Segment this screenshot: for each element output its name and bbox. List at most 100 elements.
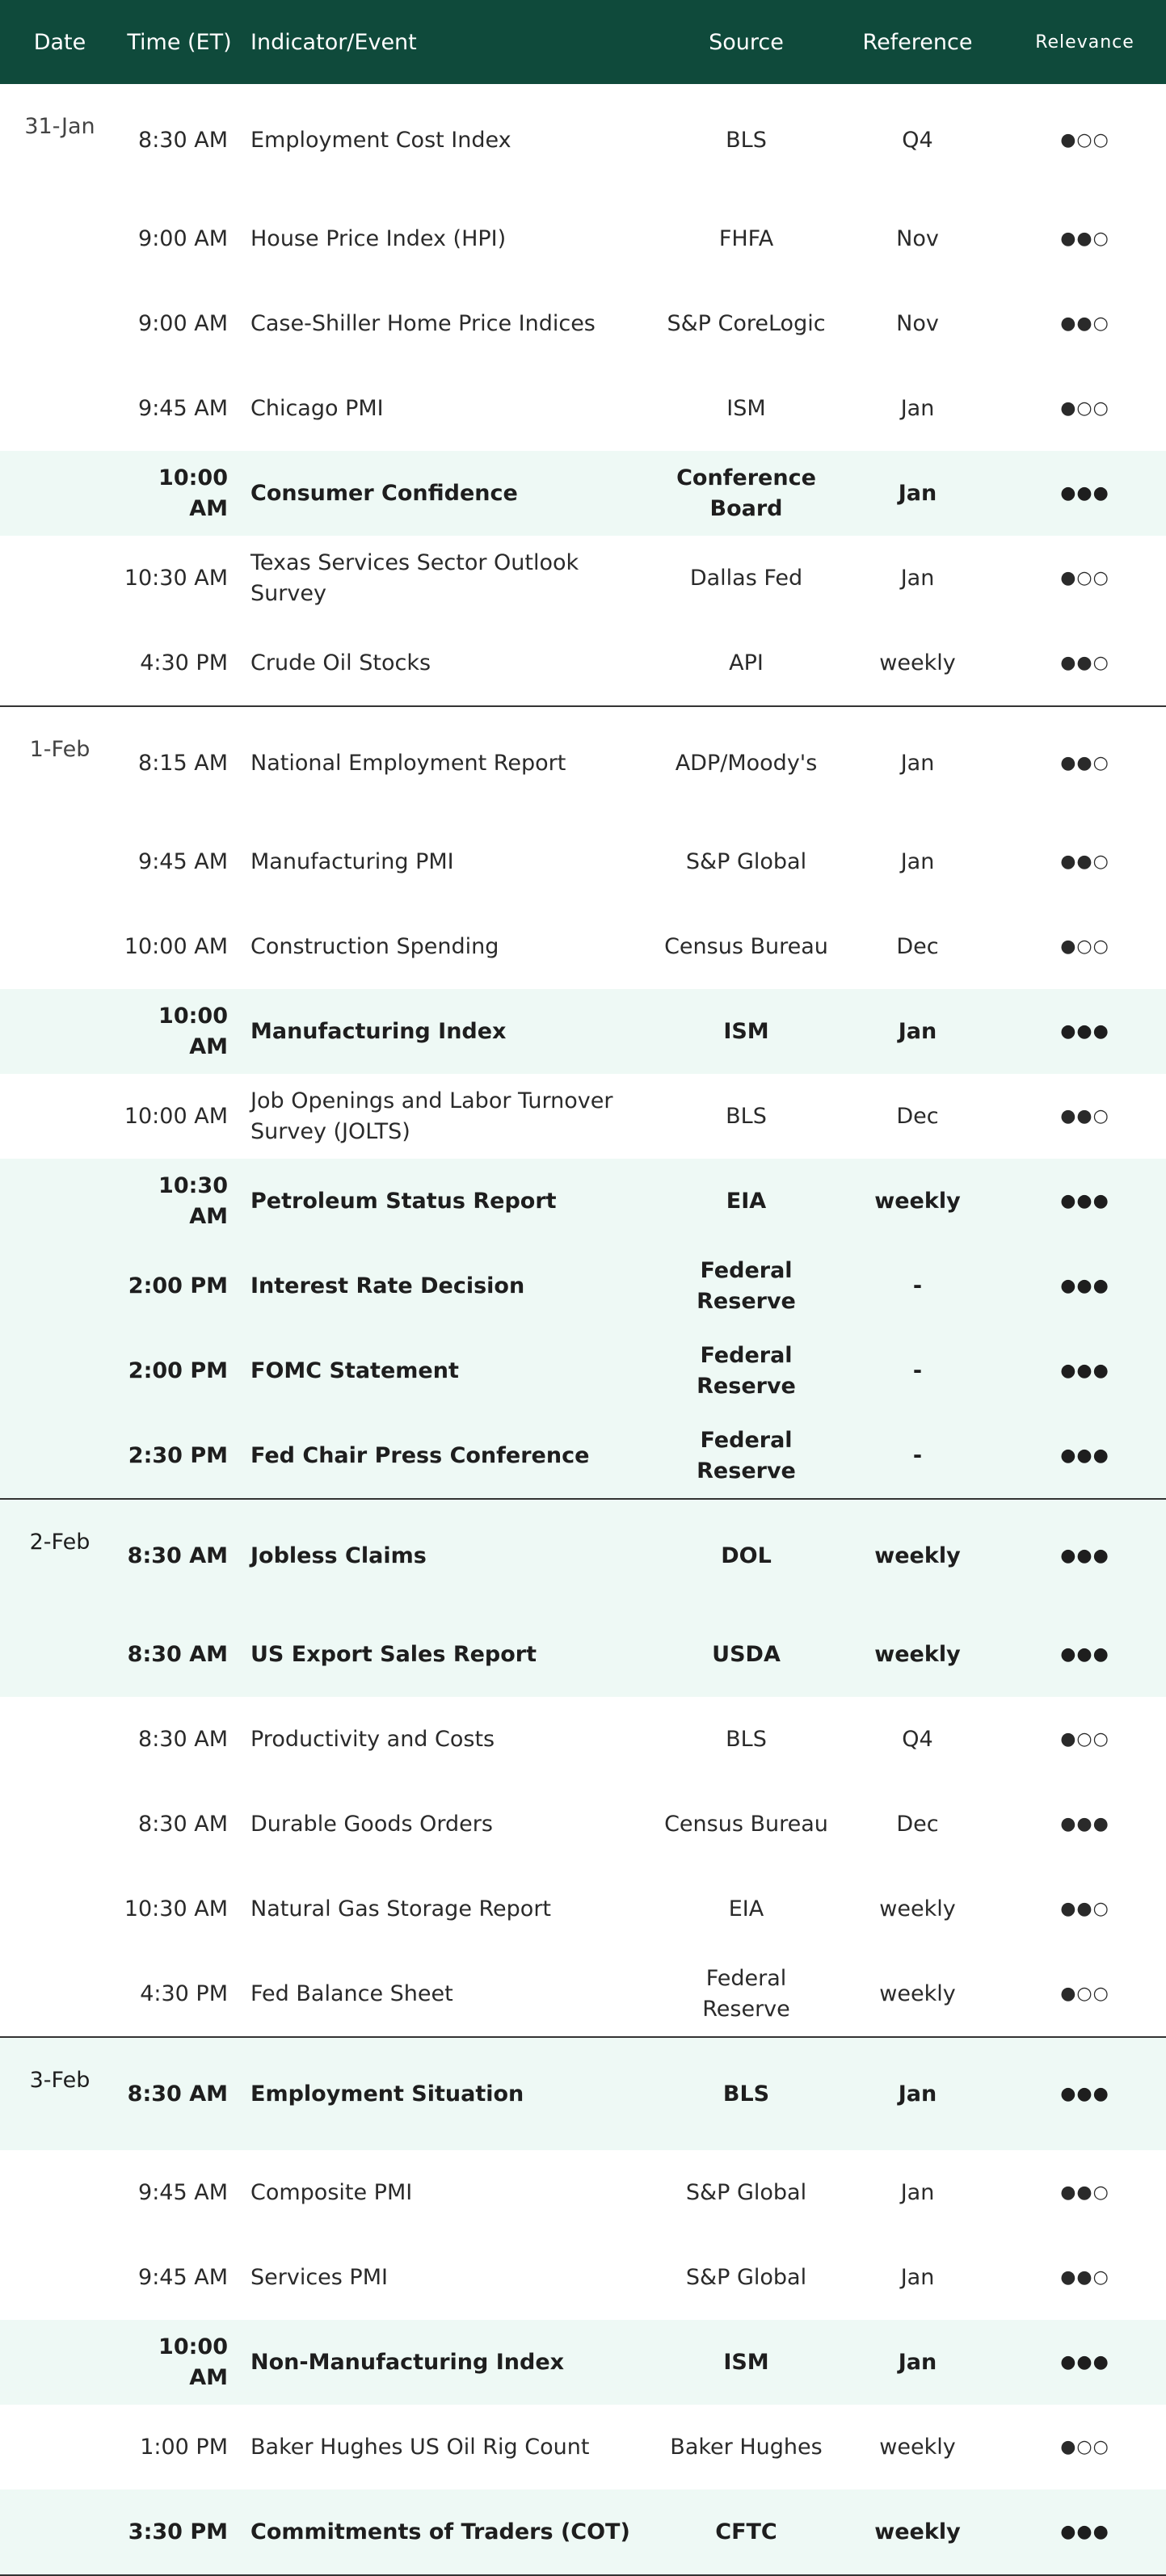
- relevance-cell: ●●○: [1060, 228, 1109, 249]
- table-row: 31-Jan 8:30 AM Employment Cost Index BLS Q4 ●…: [0, 84, 1166, 196]
- header-relevance: Relevance: [1004, 0, 1166, 84]
- reference-cell: Jan: [831, 451, 1004, 536]
- source-cell: S&P CoreLogic: [667, 310, 826, 336]
- table-row: 4:30 PM Crude Oil Stocks API weekly ●●○: [0, 621, 1166, 707]
- table-row: 10:00 AM Consumer Confidence Conference Bo…: [0, 451, 1166, 536]
- header-time: Time (ET): [120, 0, 239, 84]
- time-cell: 4:30 PM: [120, 1951, 239, 2038]
- table-row: 8:30 AM US Export Sales Report USDA weekly ●…: [0, 1612, 1166, 1697]
- relevance-cell: ●●○: [1060, 752, 1109, 773]
- relevance-cell: ●●○: [1060, 1898, 1109, 1919]
- time-cell: 8:30 AM: [138, 127, 228, 153]
- time-cell: 4:30 PM: [120, 621, 239, 707]
- date-cell: [0, 1328, 120, 1413]
- time-cell: 10:00 AM: [124, 933, 228, 959]
- header-date: Date: [0, 0, 120, 84]
- relevance-cell: ●●●: [1004, 1328, 1166, 1413]
- indicator-cell: Employment Cost Index: [250, 127, 511, 153]
- time-cell: 10:00 AM: [120, 451, 239, 536]
- relevance-cell: ●○○: [1060, 1728, 1109, 1749]
- date-cell: [0, 196, 120, 281]
- table-row: 3-Feb 8:30 AM Employment Situation BLS Jan ●●…: [0, 2037, 1166, 2150]
- table-row: 8:30 AM Durable Goods Orders Census Bureau…: [0, 1782, 1166, 1867]
- table-row: 2-Feb 8:30 AM Jobless Claims DOL weekly ●●●: [0, 1499, 1166, 1612]
- indicator-cell: National Employment Report: [250, 750, 566, 776]
- indicator-cell: Petroleum Status Report: [239, 1159, 661, 1244]
- relevance-cell: ●●●: [1004, 989, 1166, 1074]
- table-body: 31-Jan 8:30 AM Employment Cost Index BLS Q4 ●…: [0, 84, 1166, 2576]
- time-cell: 10:30 AM: [124, 565, 228, 591]
- source-cell: ISM: [661, 989, 831, 1074]
- table-row: 10:00 AM Manufacturing Index ISM Jan ●●●: [0, 989, 1166, 1074]
- relevance-cell: ●●○: [1060, 851, 1109, 872]
- indicator-cell: Non-Manufacturing Index: [239, 2320, 661, 2405]
- reference-cell: weekly: [831, 1951, 1004, 2038]
- table-row: 2:30 PM Fed Chair Press Conference Federal…: [0, 1413, 1166, 1500]
- reference-cell: weekly: [831, 1499, 1004, 1612]
- time-cell: 10:00 AM: [124, 1103, 228, 1129]
- time-cell: 10:00 AM: [120, 989, 239, 1074]
- source-cell: BLS: [726, 1726, 767, 1752]
- source-cell: BLS: [726, 1103, 767, 1129]
- date-cell: [0, 1612, 120, 1697]
- date-cell: [0, 2490, 120, 2576]
- indicator-cell: Services PMI: [250, 2264, 388, 2290]
- table-row: 9:00 AM House Price Index (HPI) FHFA Nov ●●○: [0, 196, 1166, 281]
- source-cell: Federal Reserve: [661, 1413, 831, 1500]
- time-cell: 8:30 AM: [120, 1499, 239, 1612]
- reference-cell: Dec: [896, 1811, 939, 1837]
- relevance-cell: ●●●: [1004, 1413, 1166, 1500]
- time-cell: 9:45 AM: [138, 848, 228, 874]
- reference-cell: Q4: [902, 127, 933, 153]
- reference-cell: weekly: [879, 1896, 956, 1921]
- relevance-cell: ●○○: [1004, 1951, 1166, 2038]
- date-cell: [0, 2150, 120, 2235]
- table-row: 9:45 AM Manufacturing PMI S&P Global Jan ●●○: [0, 819, 1166, 904]
- table-row: 9:45 AM Services PMI S&P Global Jan ●●○: [0, 2235, 1166, 2320]
- date-cell: [0, 2235, 120, 2320]
- table-row: 9:45 AM Composite PMI S&P Global Jan ●●○: [0, 2150, 1166, 2235]
- indicator-cell: Natural Gas Storage Report: [250, 1896, 552, 1921]
- reference-cell: Jan: [831, 2320, 1004, 2405]
- indicator-cell: Baker Hughes US Oil Rig Count: [250, 2434, 590, 2460]
- reference-cell: Jan: [900, 395, 935, 421]
- source-cell: BLS: [726, 127, 767, 153]
- relevance-cell: ●●●: [1004, 451, 1166, 536]
- time-cell: 9:00 AM: [138, 310, 228, 336]
- indicator-cell: Manufacturing Index: [239, 989, 661, 1074]
- reference-cell: -: [831, 1328, 1004, 1413]
- header-source: Source: [661, 0, 831, 84]
- reference-cell: Jan: [831, 2037, 1004, 2150]
- reference-cell: Q4: [902, 1726, 933, 1752]
- table-row: 10:00 AM Job Openings and Labor Turnover …: [0, 1074, 1166, 1159]
- source-cell: USDA: [661, 1612, 831, 1697]
- source-cell: S&P Global: [685, 2264, 807, 2290]
- relevance-cell: ●○○: [1060, 936, 1109, 957]
- table-row: 10:30 AM Texas Services Sector Outlook Su…: [0, 536, 1166, 621]
- time-cell: 10:30 AM: [124, 1896, 228, 1921]
- indicator-cell: Fed Chair Press Conference: [239, 1413, 661, 1500]
- relevance-cell: ●●○: [1004, 621, 1166, 707]
- table-row: 4:30 PM Fed Balance Sheet Federal Reserve w…: [0, 1951, 1166, 2038]
- header-indicator: Indicator/Event: [239, 0, 661, 84]
- date-cell: [0, 2405, 120, 2490]
- indicator-cell: Case-Shiller Home Price Indices: [250, 310, 596, 336]
- date-cell: [0, 1782, 120, 1867]
- table-row: 8:30 AM Productivity and Costs BLS Q4 ●○○: [0, 1697, 1166, 1782]
- source-cell: S&P Global: [685, 848, 807, 874]
- table-header: Date Time (ET) Indicator/Event Source Re…: [0, 0, 1166, 84]
- relevance-cell: ●●●: [1004, 2490, 1166, 2576]
- relevance-cell: ●○○: [1060, 129, 1109, 150]
- time-cell: 2:00 PM: [120, 1244, 239, 1328]
- time-cell: 8:30 AM: [120, 2037, 239, 2150]
- reference-cell: Jan: [900, 750, 935, 776]
- indicator-cell: Employment Situation: [239, 2037, 661, 2150]
- indicator-cell: Productivity and Costs: [250, 1726, 495, 1752]
- reference-cell: weekly: [831, 1159, 1004, 1244]
- date-cell: 31-Jan: [24, 114, 95, 139]
- reference-cell: Nov: [896, 225, 939, 251]
- relevance-cell: ●●●: [1004, 1244, 1166, 1328]
- source-cell: CFTC: [661, 2490, 831, 2576]
- indicator-cell: US Export Sales Report: [239, 1612, 661, 1697]
- relevance-cell: ●○○: [1060, 2436, 1109, 2457]
